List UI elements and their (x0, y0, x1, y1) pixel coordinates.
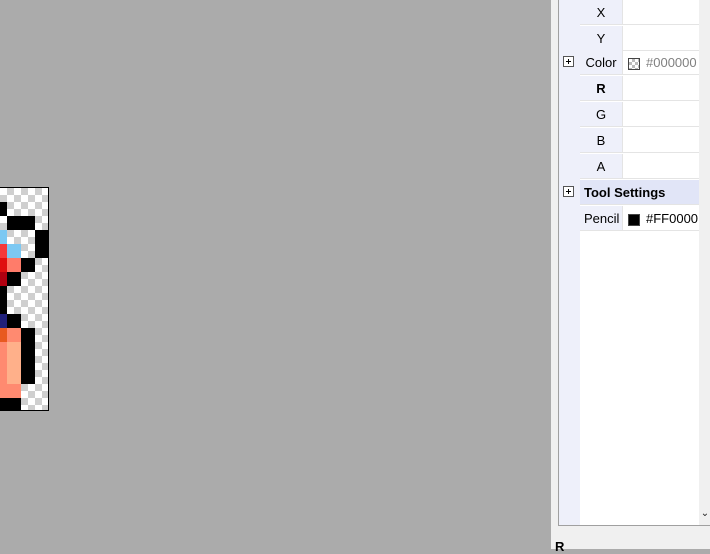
property-value[interactable] (623, 76, 699, 101)
property-label: B (580, 128, 623, 153)
vertical-scrollbar[interactable]: ⌄ (699, 0, 710, 525)
pixel (35, 230, 48, 258)
property-label: X (580, 0, 623, 25)
pixel (0, 244, 7, 258)
property-label: Pencil (580, 206, 623, 231)
pixel (7, 216, 35, 230)
property-value[interactable] (623, 154, 699, 179)
pixel (0, 314, 7, 328)
property-label: Color (580, 50, 623, 75)
property-label: Y (580, 26, 623, 51)
property-value[interactable] (623, 128, 699, 153)
pixel (0, 202, 7, 216)
pixel (7, 272, 21, 286)
side-panel: X Y Color #000000 R G B A Tool Settings … (551, 0, 710, 554)
pixel (0, 230, 7, 244)
group-tool-settings[interactable]: Tool Settings (559, 180, 699, 206)
property-value[interactable] (623, 102, 699, 127)
group-label: Tool Settings (580, 180, 699, 205)
description-title: R (555, 539, 565, 554)
expand-icon[interactable] (563, 56, 574, 67)
property-value[interactable]: #FF0000 (623, 206, 699, 231)
pixel (7, 342, 21, 384)
pixel (7, 328, 21, 342)
property-row-a[interactable]: A (559, 154, 699, 180)
property-row-x[interactable]: X (559, 0, 699, 26)
property-row-b[interactable]: B (559, 128, 699, 154)
property-value[interactable]: #000000 (623, 50, 699, 75)
property-label: R (580, 76, 623, 101)
property-row-r[interactable]: R (559, 76, 699, 102)
expand-icon[interactable] (563, 186, 574, 197)
property-label: A (580, 154, 623, 179)
color-swatch[interactable] (628, 57, 640, 70)
pixel (0, 286, 7, 300)
property-grid[interactable]: X Y Color #000000 R G B A Tool Settings … (558, 0, 710, 526)
pixel (21, 258, 35, 272)
property-value[interactable] (623, 26, 699, 51)
canvas-area[interactable] (0, 0, 551, 549)
pixel (0, 272, 7, 286)
pixel (0, 328, 7, 342)
pixel (7, 244, 21, 258)
chevron-down-icon[interactable]: ⌄ (700, 508, 710, 520)
pixel (0, 384, 21, 398)
pixel (7, 258, 21, 272)
pixel (21, 328, 35, 384)
pencil-color-swatch[interactable] (628, 213, 640, 226)
property-row-g[interactable]: G (559, 102, 699, 128)
property-label: G (580, 102, 623, 127)
pixel (0, 258, 7, 272)
property-value[interactable] (623, 0, 699, 25)
pencil-hex: #FF0000 (646, 211, 699, 226)
pixel (7, 314, 21, 328)
property-row-y[interactable]: Y (559, 26, 699, 52)
color-hex: #000000 (646, 55, 697, 70)
sprite-preview[interactable] (0, 187, 49, 411)
property-row-pencil[interactable]: Pencil #FF0000 (559, 206, 699, 232)
pixel (0, 300, 7, 314)
pixel (0, 342, 7, 384)
property-row-color[interactable]: Color #000000 (559, 50, 699, 76)
pixel (0, 398, 21, 410)
